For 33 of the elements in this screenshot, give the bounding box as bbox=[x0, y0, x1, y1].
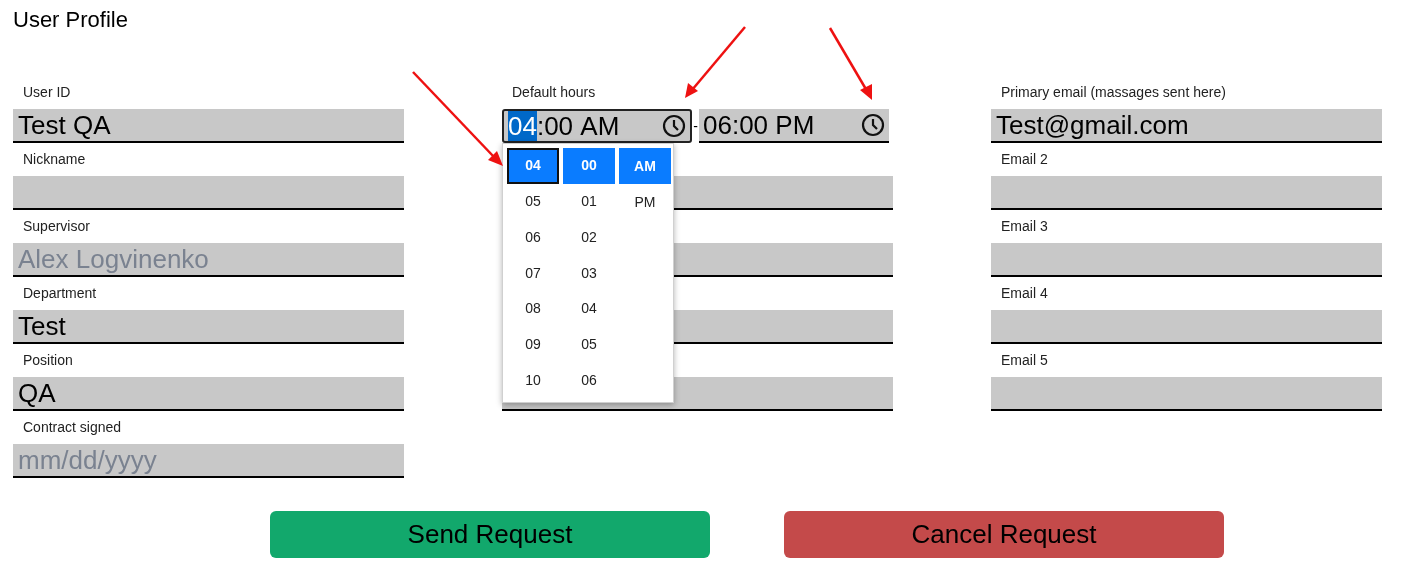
input-field[interactable] bbox=[991, 310, 1382, 344]
input-field[interactable] bbox=[991, 243, 1382, 277]
input-field[interactable] bbox=[13, 176, 404, 210]
input-field[interactable]: Test QA bbox=[13, 109, 404, 143]
time-option[interactable]: 00 bbox=[563, 148, 615, 184]
field-label: Email 3 bbox=[1001, 217, 1048, 236]
request-button[interactable]: Cancel Request bbox=[784, 511, 1224, 558]
clock-icon[interactable] bbox=[861, 113, 885, 137]
field-label: User ID bbox=[23, 83, 71, 102]
separator-text: - bbox=[692, 116, 699, 136]
field-label: Email 4 bbox=[1001, 284, 1048, 303]
field-label: Department bbox=[23, 284, 97, 303]
field-label: Nickname bbox=[23, 150, 86, 169]
field-label: Primary email (massages sent here) bbox=[1001, 83, 1226, 102]
time-field[interactable]: 06:00 PM bbox=[699, 109, 889, 143]
input-field[interactable]: QA bbox=[13, 377, 404, 411]
field-label: Position bbox=[23, 351, 73, 370]
time-option[interactable]: 04 bbox=[507, 148, 559, 184]
time-option[interactable]: AM bbox=[619, 148, 671, 184]
field-label: Email 2 bbox=[1001, 150, 1048, 169]
input-field[interactable]: mm/dd/yyyy bbox=[13, 444, 404, 478]
page-title: User Profile bbox=[13, 6, 128, 34]
field-label: Default hours bbox=[512, 83, 596, 102]
clock-icon[interactable] bbox=[662, 114, 686, 138]
input-field[interactable] bbox=[991, 176, 1382, 210]
request-button[interactable]: Send Request bbox=[270, 511, 710, 558]
input-field[interactable] bbox=[991, 377, 1382, 411]
field-label: Email 5 bbox=[1001, 351, 1048, 370]
input-field[interactable]: Test bbox=[13, 310, 404, 344]
annotation-arrow bbox=[685, 26, 746, 98]
input-field[interactable]: Test@gmail.com bbox=[991, 109, 1382, 143]
field-label: Contract signed bbox=[23, 418, 122, 437]
field-label: Supervisor bbox=[23, 217, 90, 236]
